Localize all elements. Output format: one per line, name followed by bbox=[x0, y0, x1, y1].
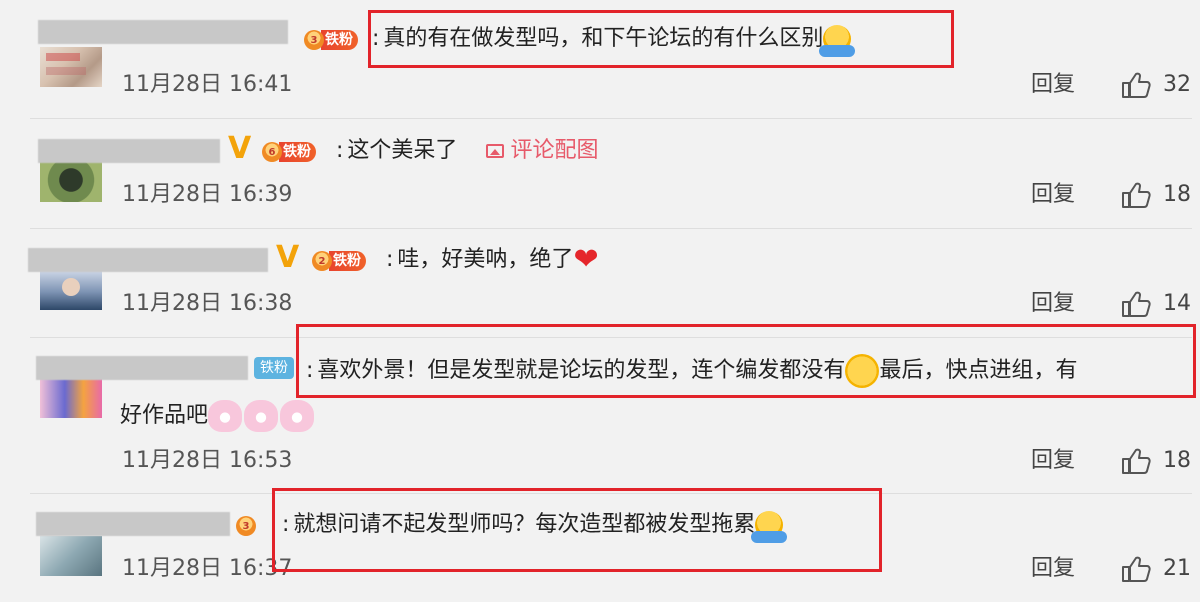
pig-emoji-icon bbox=[244, 400, 279, 432]
fan-badge-label: 铁粉 bbox=[279, 142, 316, 162]
fan-badge[interactable]: 2 铁粉 bbox=[312, 249, 366, 273]
username-redacted[interactable] bbox=[38, 20, 288, 44]
avatar[interactable] bbox=[40, 162, 102, 202]
verified-v-icon: V bbox=[228, 131, 252, 166]
highlight-box bbox=[272, 488, 882, 572]
like-count: 32 bbox=[1163, 72, 1191, 97]
thumbs-up-icon bbox=[1121, 291, 1151, 317]
thumbs-up-icon bbox=[1121, 72, 1151, 98]
comment-timestamp: 11月28日 16:39 bbox=[122, 182, 293, 207]
reply-button[interactable]: 回复 bbox=[1031, 180, 1075, 210]
reply-button[interactable]: 回复 bbox=[1031, 70, 1075, 100]
thumbs-up-icon bbox=[1121, 556, 1151, 582]
fan-badge[interactable]: 3 铁粉 bbox=[304, 28, 358, 52]
username-redacted[interactable] bbox=[36, 356, 248, 380]
pig-emoji-icon bbox=[280, 400, 315, 432]
fan-badge-label: 铁粉 bbox=[321, 30, 358, 50]
highlight-box bbox=[296, 324, 1196, 398]
heart-emoji-icon: ❤ bbox=[573, 242, 599, 277]
like-button[interactable]: 18 bbox=[1121, 446, 1191, 476]
like-button[interactable]: 21 bbox=[1121, 554, 1191, 584]
avatar[interactable] bbox=[40, 536, 102, 576]
reply-button[interactable]: 回复 bbox=[1031, 554, 1075, 584]
like-button[interactable]: 32 bbox=[1121, 70, 1191, 100]
username-redacted[interactable] bbox=[38, 139, 220, 163]
comment-timestamp: 11月28日 16:41 bbox=[122, 72, 293, 97]
fan-badge-label: 铁粉 bbox=[254, 357, 294, 379]
comment-text: : 这个美呆了 评论配图 bbox=[336, 138, 599, 163]
like-button[interactable]: 14 bbox=[1121, 289, 1191, 319]
like-count: 14 bbox=[1163, 291, 1191, 316]
reply-button[interactable]: 回复 bbox=[1031, 289, 1075, 319]
verified-v-icon: V bbox=[276, 240, 300, 275]
fan-badge[interactable]: 6 铁粉 bbox=[262, 140, 316, 164]
picture-icon bbox=[486, 144, 505, 158]
reply-button[interactable]: 回复 bbox=[1031, 446, 1075, 476]
fan-heart-icon: 2 bbox=[312, 251, 332, 271]
avatar[interactable] bbox=[40, 47, 102, 87]
fan-heart-icon: 3 bbox=[236, 516, 256, 536]
fan-badge[interactable]: 3 bbox=[236, 514, 256, 538]
avatar[interactable] bbox=[40, 270, 102, 310]
avatar[interactable] bbox=[40, 378, 102, 418]
thumbs-up-icon bbox=[1121, 182, 1151, 208]
like-count: 18 bbox=[1163, 448, 1191, 473]
divider bbox=[30, 228, 1192, 229]
username-redacted[interactable] bbox=[36, 512, 230, 536]
highlight-box bbox=[368, 10, 954, 68]
comment-timestamp: 11月28日 16:38 bbox=[122, 291, 293, 316]
comment-text-line2: 好作品吧 bbox=[120, 400, 316, 432]
divider bbox=[30, 118, 1192, 119]
like-count: 18 bbox=[1163, 182, 1191, 207]
fan-badge[interactable]: 铁粉 bbox=[254, 356, 294, 380]
fan-heart-icon: 3 bbox=[304, 30, 324, 50]
fan-heart-icon: 6 bbox=[262, 142, 282, 162]
comment-text: : 哇，好美呐，绝了❤ bbox=[386, 245, 603, 275]
like-count: 21 bbox=[1163, 556, 1191, 581]
pig-emoji-icon bbox=[208, 400, 243, 432]
username-redacted[interactable] bbox=[28, 248, 268, 272]
thumbs-up-icon bbox=[1121, 448, 1151, 474]
comment-timestamp: 11月28日 16:37 bbox=[122, 556, 293, 581]
like-button[interactable]: 18 bbox=[1121, 180, 1191, 210]
fan-badge-label: 铁粉 bbox=[329, 251, 366, 271]
comment-timestamp: 11月28日 16:53 bbox=[122, 448, 293, 473]
comment-image-link[interactable]: 评论配图 bbox=[486, 138, 598, 163]
